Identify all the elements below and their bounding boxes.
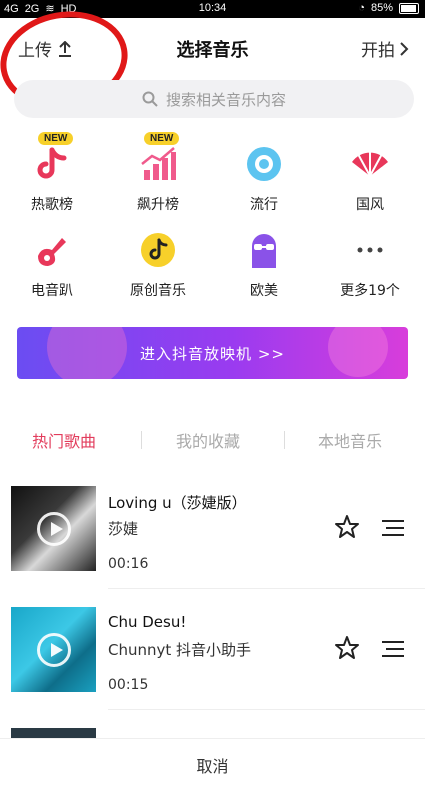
tab-divider [284, 431, 285, 449]
new-badge: NEW [144, 132, 180, 145]
shoot-button[interactable]: 开拍 [361, 36, 409, 61]
shoot-label: 开拍 [361, 41, 395, 61]
song-cover[interactable] [11, 486, 96, 571]
category-label: 飙升榜 [137, 197, 179, 213]
row-divider [108, 588, 425, 589]
favorite-star-icon[interactable] [334, 635, 360, 661]
category-label: 欧美 [250, 283, 278, 299]
category-label: 流行 [250, 197, 278, 213]
category-western[interactable]: 欧美 [224, 230, 304, 300]
category-hot-songs[interactable]: NEW 热歌榜 [12, 132, 92, 214]
cancel-label: 取消 [196, 756, 229, 776]
song-duration: 00:16 [108, 556, 149, 572]
menu-lines-icon[interactable] [380, 639, 406, 659]
play-icon[interactable] [36, 511, 71, 546]
fan-icon [350, 144, 390, 184]
search-placeholder: 搜索相关音乐内容 [165, 90, 286, 109]
category-original[interactable]: 原创音乐 [118, 230, 198, 300]
battery-icon [399, 2, 419, 14]
song-title: Loving u（莎婕版） [108, 494, 247, 512]
avatar-glasses-icon [244, 230, 284, 270]
category-electronic[interactable]: 电音趴 [12, 230, 92, 300]
favorite-star-icon[interactable] [334, 514, 360, 540]
category-label: 国风 [356, 197, 384, 213]
tiktok-note-icon: NEW [32, 132, 74, 184]
tiktok-coin-icon [138, 230, 178, 270]
song-artist: Chunnyt 抖音小助手 [108, 641, 252, 659]
rising-chart-icon: NEW [138, 132, 180, 184]
tab-local-music[interactable]: 本地音乐 [318, 428, 382, 452]
tab-divider [141, 431, 142, 449]
category-label: 原创音乐 [130, 283, 186, 299]
category-label: 热歌榜 [31, 197, 73, 213]
menu-lines-icon[interactable] [380, 518, 406, 538]
song-title: Chu Desu! [108, 613, 187, 631]
alarm-icon: ◔ [358, 2, 365, 14]
music-tabs: 热门歌曲 我的收藏 本地音乐 [0, 428, 425, 458]
row-divider [108, 709, 425, 710]
disc-icon [244, 144, 284, 184]
song-row[interactable]: Loving u（莎婕版） 莎婕 00:16 [0, 486, 425, 596]
play-icon[interactable] [36, 632, 71, 667]
battery-percent: 85% [370, 2, 393, 14]
category-label: 更多19个 [340, 283, 400, 299]
song-duration: 00:15 [108, 677, 149, 693]
category-more[interactable]: 更多19个 [330, 230, 410, 300]
chevron-right-icon [400, 41, 409, 56]
search-icon [142, 91, 158, 107]
category-pop[interactable]: 流行 [224, 144, 304, 214]
tab-favorites[interactable]: 我的收藏 [176, 428, 240, 452]
guitar-icon [32, 230, 72, 270]
song-artist: 莎婕 [108, 520, 139, 538]
projector-banner[interactable]: 进入抖音放映机 >> [17, 327, 408, 379]
category-label: 电音趴 [31, 283, 73, 299]
search-bar[interactable]: 搜索相关音乐内容 [14, 80, 414, 118]
more-dots-icon [350, 230, 390, 270]
category-chinese-style[interactable]: 国风 [330, 144, 410, 214]
song-row[interactable]: Chu Desu! Chunnyt 抖音小助手 00:15 [0, 607, 425, 717]
tab-hot-songs[interactable]: 热门歌曲 [32, 428, 96, 452]
cancel-button[interactable]: 取消 [0, 738, 425, 790]
banner-text: 进入抖音放映机 >> [140, 344, 285, 363]
song-cover[interactable] [11, 607, 96, 692]
new-badge: NEW [38, 132, 74, 145]
category-rising[interactable]: NEW 飙升榜 [118, 132, 198, 214]
